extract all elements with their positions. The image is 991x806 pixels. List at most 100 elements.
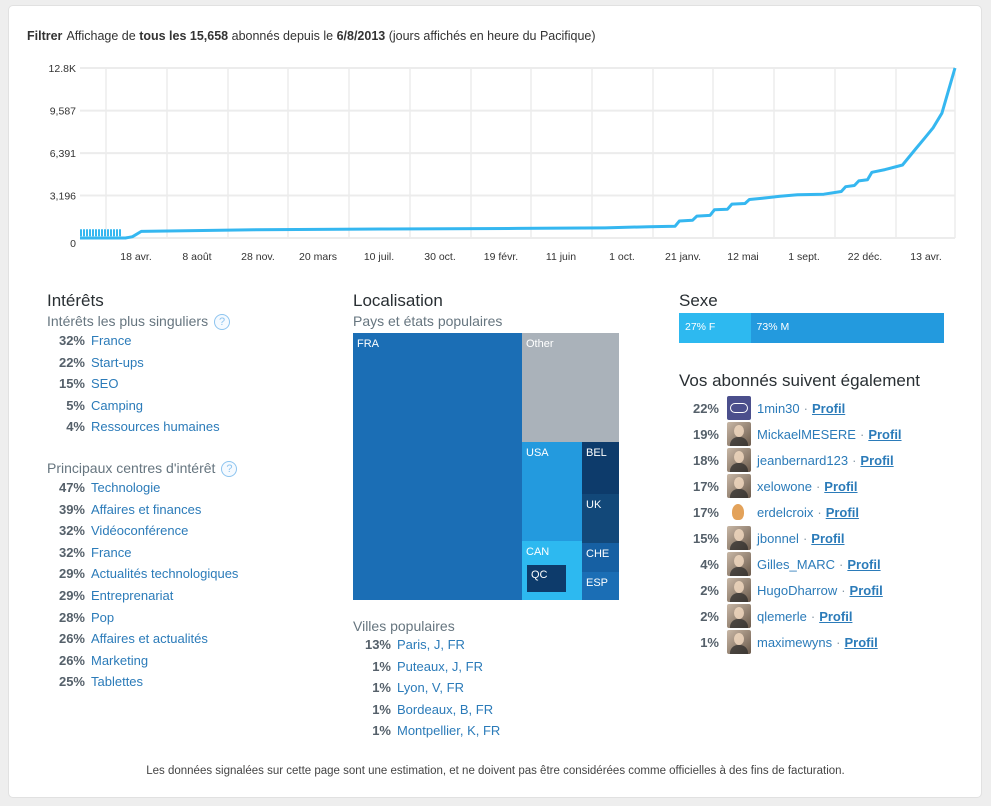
list-item-link[interactable]: Actualités technologiques [91, 566, 238, 581]
profile-link[interactable]: Profil [860, 453, 893, 468]
list-item-link[interactable]: Affaires et finances [91, 502, 201, 517]
also-follow-list: 22% 1min30 · Profil 19% MickaelMESERE · Profil 1… [679, 395, 902, 655]
separator: · [841, 582, 846, 598]
list-item-link[interactable]: France [91, 545, 131, 560]
treemap-cell-che[interactable]: CHE [582, 543, 619, 572]
treemap-cell-esp[interactable]: ESP [582, 572, 619, 600]
list-item-link[interactable]: Camping [91, 398, 143, 413]
list-item: 47% Technologie [47, 480, 238, 502]
list-item: 5% Camping [47, 398, 220, 420]
list-item-link[interactable]: Marketing [91, 653, 148, 668]
person-shoulders-icon [730, 645, 748, 654]
separator: · [803, 400, 808, 416]
list-item: 28% Pop [47, 610, 238, 632]
followed-account-row: 2% qlemerle · Profil [679, 603, 902, 629]
help-icon[interactable]: ? [221, 461, 238, 477]
list-item-link[interactable]: Affaires et actualités [91, 631, 208, 646]
profile-link[interactable]: Profil [847, 557, 880, 572]
profile-link[interactable]: Profil [819, 609, 852, 624]
top-interests-list: 47% Technologie 39% Affaires et finances 32%… [47, 480, 238, 696]
separator: · [810, 608, 816, 624]
person-photo-icon [734, 633, 744, 645]
account-name-link[interactable]: xelowone [757, 479, 812, 494]
treemap-cell-fra[interactable]: FRA [353, 333, 522, 600]
profile-link[interactable]: Profil [850, 583, 883, 598]
list-item-link[interactable]: Entreprenariat [91, 588, 173, 603]
avatar[interactable] [727, 630, 751, 654]
list-item-link[interactable]: Lyon, V, FR [397, 680, 464, 695]
list-item-link[interactable]: Vidéoconférence [91, 523, 188, 538]
account-name-link[interactable]: 1min30 [757, 401, 800, 416]
cities-title: Villes populaires [353, 618, 455, 634]
avatar[interactable] [727, 578, 751, 602]
list-item-link[interactable]: Start-ups [91, 355, 144, 370]
gender-female-segment: 27% F [679, 313, 751, 343]
avatar[interactable] [727, 396, 751, 420]
list-item-link[interactable]: Bordeaux, B, FR [397, 702, 493, 717]
profile-link[interactable]: Profil [826, 505, 859, 520]
treemap-cell-usa[interactable]: USA [522, 442, 582, 541]
logo-1min30-icon [730, 403, 748, 413]
person-shoulders-icon [730, 567, 748, 576]
cartoon-avatar-icon [732, 504, 744, 520]
x-tick-label: 30 oct. [424, 251, 456, 263]
profile-link[interactable]: Profil [811, 531, 844, 546]
x-tick-label: 19 févr. [484, 251, 518, 263]
list-item-link[interactable]: Technologie [91, 480, 160, 495]
list-item-link[interactable]: SEO [91, 376, 118, 391]
treemap-cell-uk[interactable]: UK [582, 494, 619, 543]
list-item-link[interactable]: Montpellier, K, FR [397, 723, 500, 738]
list-item-link[interactable]: Tablettes [91, 674, 143, 689]
separator: · [839, 556, 844, 572]
treemap-cell-qc[interactable]: QC [527, 565, 566, 592]
list-item-link[interactable]: Puteaux, J, FR [397, 659, 483, 674]
countries-treemap: FRA Other USA BEL UK CAN QC CHE ESP [353, 333, 619, 600]
profile-link[interactable]: Profil [844, 635, 877, 650]
separator: · [817, 504, 822, 520]
percent-value: 28% [58, 609, 85, 625]
profile-link[interactable]: Profil [824, 479, 857, 494]
account-name-link[interactable]: Gilles_MARC [757, 557, 835, 572]
avatar[interactable] [727, 500, 751, 524]
percent-value: 15% [58, 376, 85, 392]
avatar[interactable] [727, 448, 751, 472]
list-item-link[interactable]: Ressources humaines [91, 419, 220, 434]
avatar[interactable] [727, 422, 751, 446]
interests-title: Intérêts [47, 291, 104, 310]
avatar[interactable] [727, 604, 751, 628]
list-item-link[interactable]: Pop [91, 610, 114, 625]
followed-account-row: 18% jeanbernard123 · Profil [679, 447, 902, 473]
top-interests-label: Principaux centres d'intérêt [47, 460, 216, 476]
account-name-link[interactable]: maximewyns [757, 635, 832, 650]
person-shoulders-icon [730, 463, 748, 472]
x-tick-label: 10 juil. [364, 251, 394, 263]
list-item-link[interactable]: Paris, J, FR [397, 637, 465, 652]
treemap-cell-other[interactable]: Other [522, 333, 619, 442]
list-item-link[interactable]: France [91, 333, 131, 348]
profile-link[interactable]: Profil [868, 427, 901, 442]
separator: · [852, 452, 857, 468]
person-shoulders-icon [730, 593, 748, 602]
account-name-link[interactable]: jbonnel [757, 531, 799, 546]
avatar[interactable] [727, 474, 751, 498]
avatar[interactable] [727, 552, 751, 576]
account-name-link[interactable]: jeanbernard123 [757, 453, 848, 468]
percent-value: 18% [692, 452, 719, 468]
help-icon[interactable]: ? [214, 314, 231, 330]
treemap-cell-bel[interactable]: BEL [582, 442, 619, 494]
x-tick-label: 1 oct. [609, 251, 635, 263]
account-name-link[interactable]: HugoDharrow [757, 583, 837, 598]
profile-link[interactable]: Profil [812, 401, 845, 416]
person-photo-icon [734, 477, 744, 489]
percent-value: 1% [372, 680, 391, 696]
list-item: 1% Lyon, V, FR [353, 680, 500, 702]
percent-value: 17% [692, 478, 719, 494]
person-photo-icon [734, 607, 744, 619]
account-name-link[interactable]: erdelcroix [757, 505, 813, 520]
account-name-link[interactable]: MickaelMESERE [757, 427, 856, 442]
list-item: 1% Puteaux, J, FR [353, 659, 500, 681]
location-title: Localisation [353, 291, 443, 310]
account-name-link[interactable]: qlemerle [757, 609, 807, 624]
also-follow-title: Vos abonnés suivent également [679, 371, 921, 390]
avatar[interactable] [727, 526, 751, 550]
